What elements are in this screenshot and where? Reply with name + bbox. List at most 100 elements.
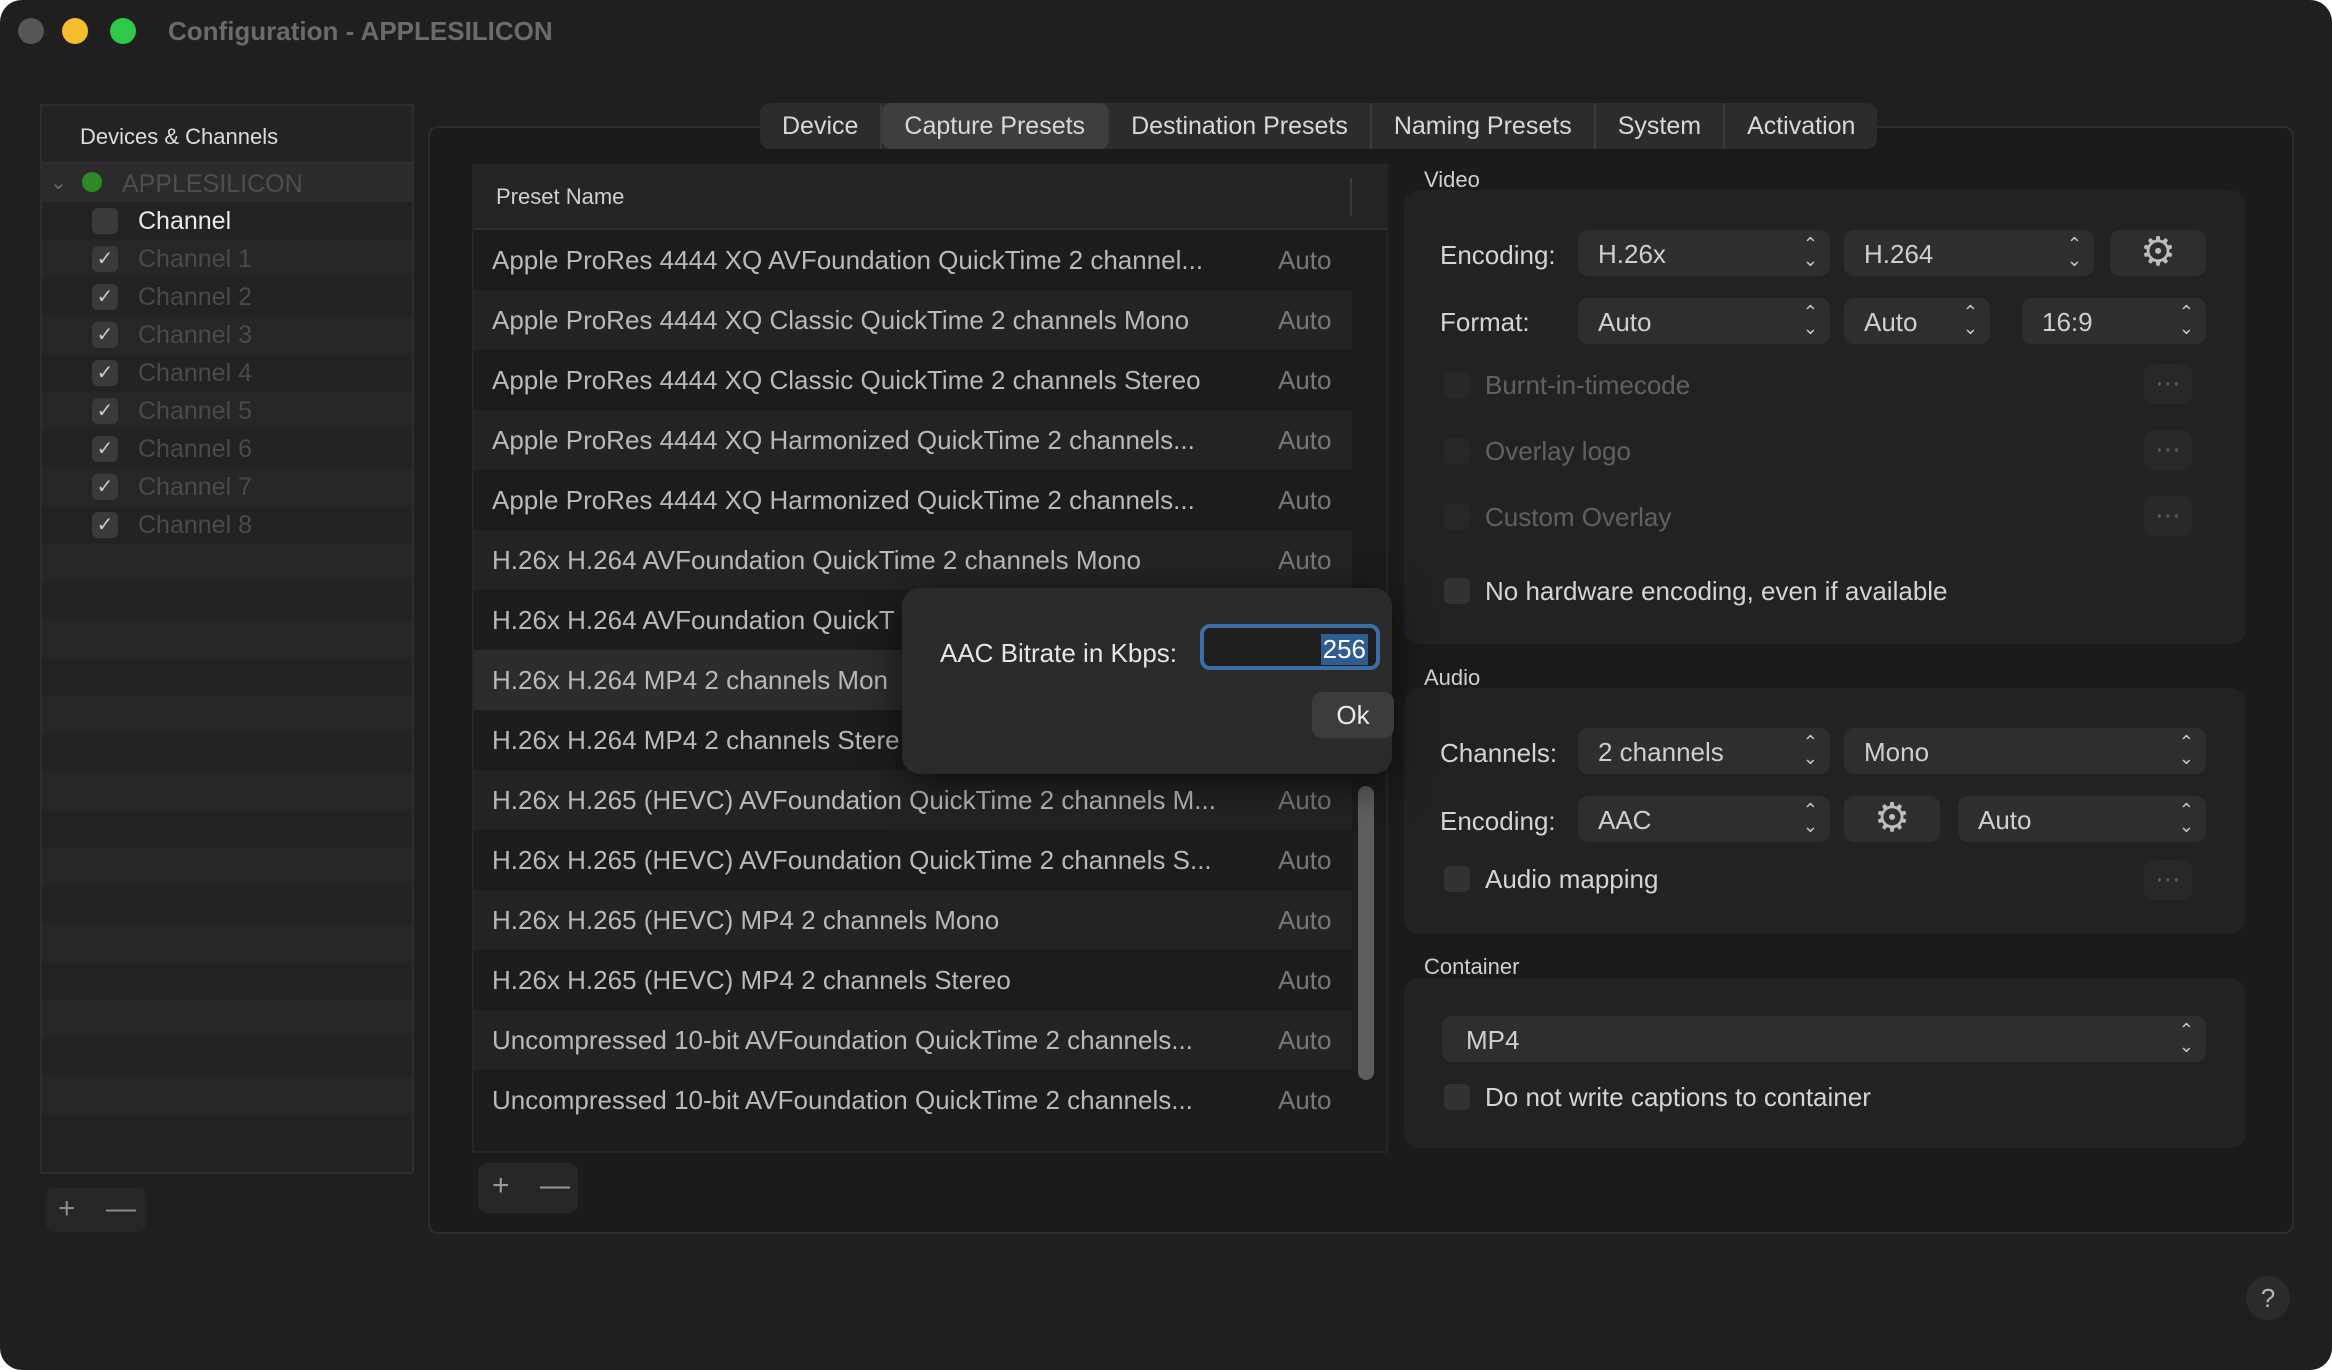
checkmark-icon[interactable]: ✓: [92, 360, 118, 386]
select-value: 2 channels: [1598, 737, 1724, 767]
checkmark-icon[interactable]: ✓: [92, 398, 118, 424]
select-value: 16:9: [2042, 307, 2093, 337]
remove-preset-button[interactable]: —: [540, 1169, 570, 1203]
channel-label: Channel 6: [138, 435, 252, 463]
checkmark-icon[interactable]: ✓: [92, 436, 118, 462]
overlay-logo-checkbox[interactable]: [1444, 438, 1470, 464]
select-value: Auto: [1864, 307, 1918, 337]
preset-name: Apple ProRes 4444 XQ Classic QuickTime 2…: [492, 365, 1201, 395]
tab-system[interactable]: System: [1596, 103, 1726, 149]
select-value: MP4: [1466, 1025, 1520, 1055]
sidebar-item-channel-7[interactable]: ✓ Channel 7: [42, 468, 412, 506]
tab-capture-presets[interactable]: Capture Presets: [882, 103, 1110, 149]
container-select[interactable]: MP4 ⌃ ⌄: [1442, 1016, 2206, 1062]
no-captions-checkbox[interactable]: [1444, 1084, 1470, 1110]
channel-label: Channel 5: [138, 397, 252, 425]
video-codec-select[interactable]: H.264 ⌃ ⌄: [1844, 230, 2094, 276]
video-format-select[interactable]: Auto ⌃ ⌄: [1578, 298, 1830, 344]
audio-bitrate-select[interactable]: Auto ⌃ ⌄: [1958, 796, 2206, 842]
channel-all-checkbox[interactable]: [92, 208, 118, 234]
table-row[interactable]: Apple ProRes 4444 XQ AVFoundation QuickT…: [474, 230, 1352, 290]
checkmark-icon[interactable]: ✓: [92, 284, 118, 310]
aac-bitrate-input[interactable]: 256: [1200, 624, 1380, 670]
table-row[interactable]: Uncompressed 10-bit AVFoundation QuickTi…: [474, 1010, 1352, 1070]
help-button[interactable]: ?: [2246, 1276, 2290, 1320]
sidebar-item-channel-8[interactable]: ✓ Channel 8: [42, 506, 412, 544]
add-preset-button[interactable]: +: [492, 1169, 510, 1203]
remove-device-button[interactable]: —: [106, 1192, 136, 1226]
container-title: Container: [1424, 954, 1520, 979]
audio-mode-select[interactable]: Mono ⌃ ⌄: [1844, 728, 2206, 774]
table-header[interactable]: Preset Name: [474, 166, 1386, 230]
channel-header-row[interactable]: Channel: [42, 202, 412, 240]
empty-row: [42, 924, 412, 962]
table-row[interactable]: Apple ProRes 4444 XQ Classic QuickTime 2…: [474, 350, 1352, 410]
updown-chevron-icon: ⌃ ⌄: [2178, 732, 2194, 768]
close-window-button[interactable]: [18, 18, 44, 44]
audio-settings-gear-icon[interactable]: ⚙: [1844, 796, 1940, 842]
audio-mapping-checkbox[interactable]: [1444, 866, 1470, 892]
checkmark-icon[interactable]: ✓: [92, 322, 118, 348]
preset-value: Auto: [1278, 485, 1332, 515]
sidebar-header: Devices & Channels: [42, 106, 412, 164]
aac-bitrate-value[interactable]: 256: [1320, 634, 1368, 665]
sidebar-item-channel-1[interactable]: ✓ Channel 1: [42, 240, 412, 278]
table-row[interactable]: H.26x H.264 AVFoundation QuickTime 2 cha…: [474, 530, 1352, 590]
devices-sidebar: Devices & Channels ⌄ APPLESILICON Channe…: [40, 104, 414, 1174]
updown-chevron-icon: ⌃ ⌄: [1802, 732, 1818, 768]
no-hardware-encoding-checkbox[interactable]: [1444, 578, 1470, 604]
add-device-button[interactable]: +: [58, 1192, 76, 1226]
tab-bar: Device Capture Presets Destination Prese…: [760, 103, 1878, 149]
ellipsis-icon[interactable]: ⋯: [2144, 860, 2192, 900]
sidebar-item-channel-4[interactable]: ✓ Channel 4: [42, 354, 412, 392]
chevron-down-icon[interactable]: ⌄: [50, 170, 67, 195]
table-row[interactable]: Apple ProRes 4444 XQ Classic QuickTime 2…: [474, 290, 1352, 350]
custom-overlay-label: Custom Overlay: [1485, 502, 1672, 532]
audio-channels-select[interactable]: 2 channels ⌃ ⌄: [1578, 728, 1830, 774]
table-row[interactable]: H.26x H.265 (HEVC) AVFoundation QuickTim…: [474, 770, 1352, 830]
audio-encoding-label: Encoding:: [1440, 806, 1556, 836]
table-row[interactable]: H.26x H.265 (HEVC) MP4 2 channels Mono Au…: [474, 890, 1352, 950]
no-hardware-encoding-label: No hardware encoding, even if available: [1485, 576, 1948, 606]
checkmark-icon[interactable]: ✓: [92, 474, 118, 500]
tab-activation[interactable]: Activation: [1725, 103, 1877, 149]
sidebar-item-channel-6[interactable]: ✓ Channel 6: [42, 430, 412, 468]
video-encoding-label: Encoding:: [1440, 240, 1556, 270]
empty-row: [42, 1000, 412, 1038]
device-row[interactable]: ⌄ APPLESILICON: [42, 164, 412, 202]
table-row[interactable]: Apple ProRes 4444 XQ Harmonized QuickTim…: [474, 470, 1352, 530]
custom-overlay-checkbox[interactable]: [1444, 504, 1470, 530]
video-encoding-select[interactable]: H.26x ⌃ ⌄: [1578, 230, 1830, 276]
minimize-window-button[interactable]: [62, 18, 88, 44]
video-aspect-select[interactable]: 16:9 ⌃ ⌄: [2022, 298, 2206, 344]
ellipsis-icon[interactable]: ⋯: [2144, 496, 2192, 536]
window-title: Configuration - APPLESILICON: [168, 16, 553, 46]
tab-destination-presets[interactable]: Destination Presets: [1109, 103, 1372, 149]
updown-chevron-icon: ⌃ ⌄: [1802, 234, 1818, 270]
sidebar-item-channel-2[interactable]: ✓ Channel 2: [42, 278, 412, 316]
table-row[interactable]: Uncompressed 10-bit AVFoundation QuickTi…: [474, 1070, 1352, 1130]
maximize-window-button[interactable]: [110, 18, 136, 44]
video-settings-gear-icon[interactable]: ⚙: [2110, 230, 2206, 276]
checkmark-icon[interactable]: ✓: [92, 246, 118, 272]
tab-naming-presets[interactable]: Naming Presets: [1372, 103, 1596, 149]
overlay-logo-label: Overlay logo: [1485, 436, 1631, 466]
ellipsis-icon[interactable]: ⋯: [2144, 364, 2192, 404]
table-row[interactable]: Apple ProRes 4444 XQ Harmonized QuickTim…: [474, 410, 1352, 470]
ellipsis-icon[interactable]: ⋯: [2144, 430, 2192, 470]
video-framerate-select[interactable]: Auto ⌃ ⌄: [1844, 298, 1990, 344]
table-scrollbar[interactable]: [1358, 786, 1374, 1080]
table-row[interactable]: H.26x H.265 (HEVC) AVFoundation QuickTim…: [474, 830, 1352, 890]
checkmark-icon[interactable]: ✓: [92, 512, 118, 538]
ok-button[interactable]: Ok: [1312, 692, 1394, 738]
empty-row: [42, 772, 412, 810]
table-row[interactable]: H.26x H.265 (HEVC) MP4 2 channels Stereo…: [474, 950, 1352, 1010]
preset-value: Auto: [1278, 545, 1332, 575]
sidebar-item-channel-3[interactable]: ✓ Channel 3: [42, 316, 412, 354]
burnt-in-timecode-checkbox[interactable]: [1444, 372, 1470, 398]
preset-value: Auto: [1278, 245, 1332, 275]
sidebar-item-channel-5[interactable]: ✓ Channel 5: [42, 392, 412, 430]
column-header-preset-name[interactable]: Preset Name: [496, 184, 624, 210]
tab-device[interactable]: Device: [760, 103, 883, 149]
audio-encoding-select[interactable]: AAC ⌃ ⌄: [1578, 796, 1830, 842]
